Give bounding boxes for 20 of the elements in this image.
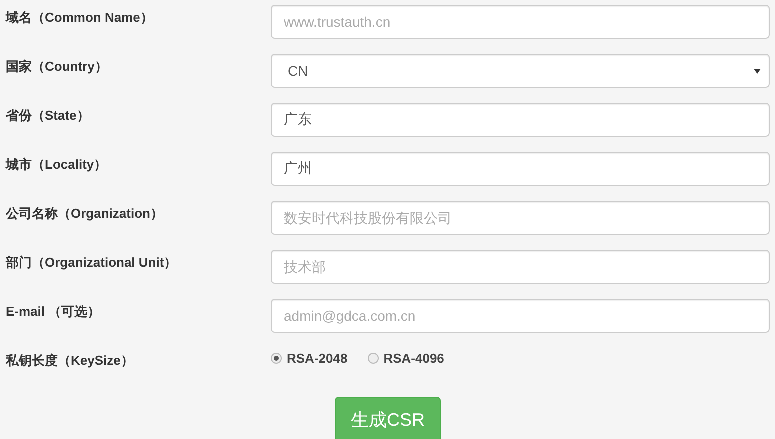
radio-label[interactable]: RSA-4096 — [384, 351, 444, 366]
field-label: 国家（Country） — [5, 58, 108, 76]
input-field[interactable]: 数安时代科技股份有限公司 — [271, 201, 770, 235]
field-label: E-mail （可选） — [5, 303, 101, 321]
caret-icon — [754, 68, 761, 74]
field-label: 省份（State） — [5, 107, 90, 125]
input-field[interactable]: 技术部 — [271, 250, 770, 284]
field-label: 域名（Common Name） — [4, 9, 154, 27]
radio-label[interactable]: RSA-2048 — [287, 351, 348, 366]
radio-button[interactable] — [271, 353, 282, 364]
field-label: 城市（Locality） — [4, 156, 108, 174]
input-field[interactable]: 广州 — [271, 152, 770, 186]
field-label: 私钥长度（KeySize） — [4, 352, 134, 370]
country-dropdown[interactable]: CN — [271, 54, 770, 88]
field-label: 公司名称（Organization） — [4, 205, 164, 223]
input-field[interactable]: admin@gdca.com.cn — [271, 299, 770, 333]
radio-button[interactable] — [368, 353, 379, 364]
input-field[interactable]: www.trustauth.cn — [271, 5, 770, 39]
input-field[interactable]: 广东 — [271, 103, 770, 137]
field-label: 部门（Organizational Unit） — [4, 254, 178, 272]
